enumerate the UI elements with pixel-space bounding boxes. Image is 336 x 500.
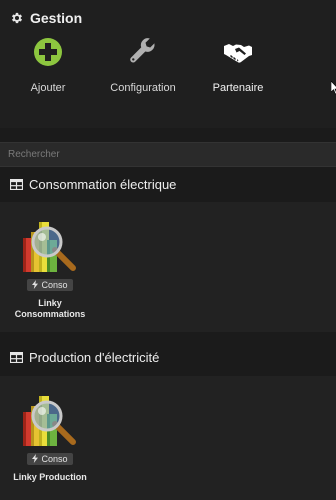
plugin-name: Linky Consommations [10, 298, 90, 320]
partner-button[interactable]: Partenaire [188, 36, 288, 94]
bolt-icon [32, 280, 39, 289]
wrench-icon [130, 38, 155, 63]
section-title: Production d'électricité [29, 350, 160, 365]
plugin-name: Linky Production [10, 472, 90, 483]
configuration-label: Configuration [110, 82, 176, 94]
type-badge: Conso [27, 452, 73, 465]
badge-label: Conso [41, 279, 68, 290]
section-panel-production: Conso Linky Production [0, 376, 336, 500]
plugin-page: Gestion Ajouter Configuration Partenaire… [0, 0, 336, 500]
gear-icon [11, 12, 23, 24]
bolt-icon [32, 454, 39, 463]
plugin-tile-linky-production[interactable]: Conso Linky Production [10, 384, 90, 483]
table-icon [10, 352, 23, 363]
gestion-title: Gestion [30, 10, 83, 26]
plugin-tile-linky-consommations[interactable]: Conso Linky Consommations [10, 210, 90, 320]
add-label: Ajouter [30, 82, 66, 94]
badge-label: Conso [41, 453, 68, 464]
chart-magnifier-icon [23, 396, 76, 446]
plugin-name-line1: Linky [38, 298, 62, 308]
gestion-header: Gestion [10, 10, 82, 26]
type-badge: Conso [27, 278, 73, 291]
gestion-actions: Ajouter Configuration Partenaire [0, 36, 336, 106]
handshake-icon [224, 44, 252, 63]
table-icon [10, 179, 23, 190]
mouse-cursor-icon [331, 81, 336, 95]
plugin-name-line2: Consommations [14, 309, 86, 319]
configuration-button[interactable]: Configuration [93, 36, 193, 94]
gestion-panel: Gestion Ajouter Configuration Partenaire [0, 0, 336, 128]
add-button[interactable]: Ajouter [0, 36, 98, 94]
chart-magnifier-icon [23, 222, 76, 272]
section-title: Consommation électrique [29, 177, 177, 192]
plus-circle-icon [34, 38, 62, 66]
partner-label: Partenaire [212, 82, 264, 94]
search-bar [0, 142, 336, 167]
search-input[interactable] [0, 143, 336, 166]
plugin-name-line1: Linky Production [13, 472, 87, 482]
section-header-consommation: Consommation électrique [10, 177, 176, 192]
section-panel-consommation: Conso Linky Consommations [0, 202, 336, 332]
section-header-production: Production d'électricité [10, 350, 159, 365]
